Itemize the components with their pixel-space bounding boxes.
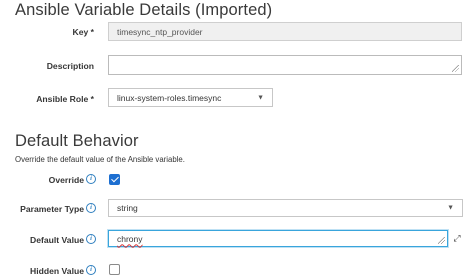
section-title-default-behavior: Default Behavior — [15, 132, 139, 150]
expand-icon[interactable]: ⤢ — [450, 231, 464, 245]
key-label: Key * — [72, 27, 95, 37]
default-value-text: chrony — [117, 233, 143, 244]
section-title-variable-details: Ansible Variable Details (Imported) — [15, 1, 273, 19]
resize-grip-icon[interactable] — [452, 65, 459, 72]
override-checkbox[interactable] — [109, 174, 120, 185]
override-info-icon[interactable]: i — [86, 174, 96, 184]
default-value-label: Default Value — [30, 235, 84, 245]
description-label: Description — [46, 61, 94, 71]
default-value-info-icon[interactable]: i — [86, 234, 96, 244]
parameter-type-select[interactable]: string ▼ — [108, 199, 463, 217]
parameter-type-label: Parameter Type — [20, 204, 84, 214]
key-field: timesync_ntp_provider — [108, 22, 462, 41]
default-value-resize-grip-icon[interactable] — [438, 237, 445, 244]
hidden-value-checkbox[interactable] — [109, 264, 120, 275]
key-value: timesync_ntp_provider — [117, 26, 203, 37]
parameter-type-caret-icon: ▼ — [447, 204, 454, 212]
ansible-role-value: linux-system-roles.timesync — [117, 92, 222, 103]
ansible-role-select[interactable]: linux-system-roles.timesync ▼ — [108, 88, 273, 107]
hidden-value-label: Hidden Value — [30, 266, 84, 276]
override-label: Override — [48, 175, 84, 185]
default-behavior-subtitle: Override the default value of the Ansibl… — [15, 155, 185, 164]
caret-down-icon: ▼ — [257, 94, 264, 101]
description-textarea[interactable] — [108, 55, 462, 75]
parameter-type-value: string — [117, 203, 138, 213]
default-value-textarea[interactable]: chrony — [108, 230, 448, 247]
parameter-type-info-icon[interactable]: i — [86, 203, 96, 213]
hidden-value-info-icon[interactable]: i — [86, 265, 96, 275]
ansible-role-label: Ansible Role * — [36, 94, 94, 104]
